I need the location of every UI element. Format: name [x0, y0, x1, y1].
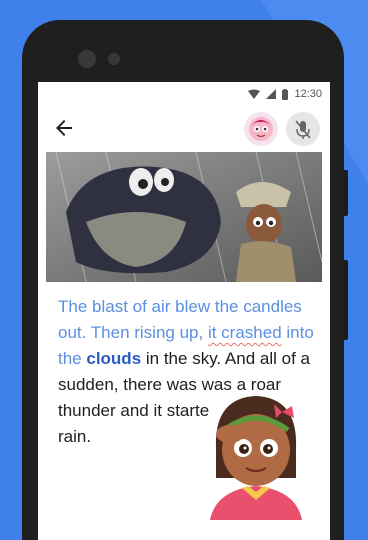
reading-buddy-avatar-button[interactable] [244, 112, 278, 146]
app-bar [38, 110, 330, 150]
story-illustration [46, 152, 322, 282]
volume-button [343, 170, 348, 216]
signal-icon [266, 89, 277, 99]
status-time: 12:30 [294, 88, 322, 100]
arrow-back-icon[interactable] [52, 116, 76, 140]
battery-icon [282, 88, 289, 100]
mic-button[interactable] [286, 112, 320, 146]
reading-buddy-character [210, 396, 302, 520]
story-misread-word[interactable]: it crashed [208, 323, 282, 342]
story-current-word[interactable]: clouds [86, 349, 141, 368]
wifi-icon [248, 89, 261, 99]
status-bar: 12:30 [38, 82, 330, 106]
power-button [343, 260, 348, 340]
front-camera [78, 50, 96, 68]
reading-buddy-avatar-icon [249, 117, 273, 141]
mic-off-icon [295, 120, 311, 139]
front-sensor [108, 53, 120, 65]
story-unread-segment-2: thunder and it starte [58, 401, 210, 420]
story-unread-segment-3: rain. [58, 427, 92, 446]
